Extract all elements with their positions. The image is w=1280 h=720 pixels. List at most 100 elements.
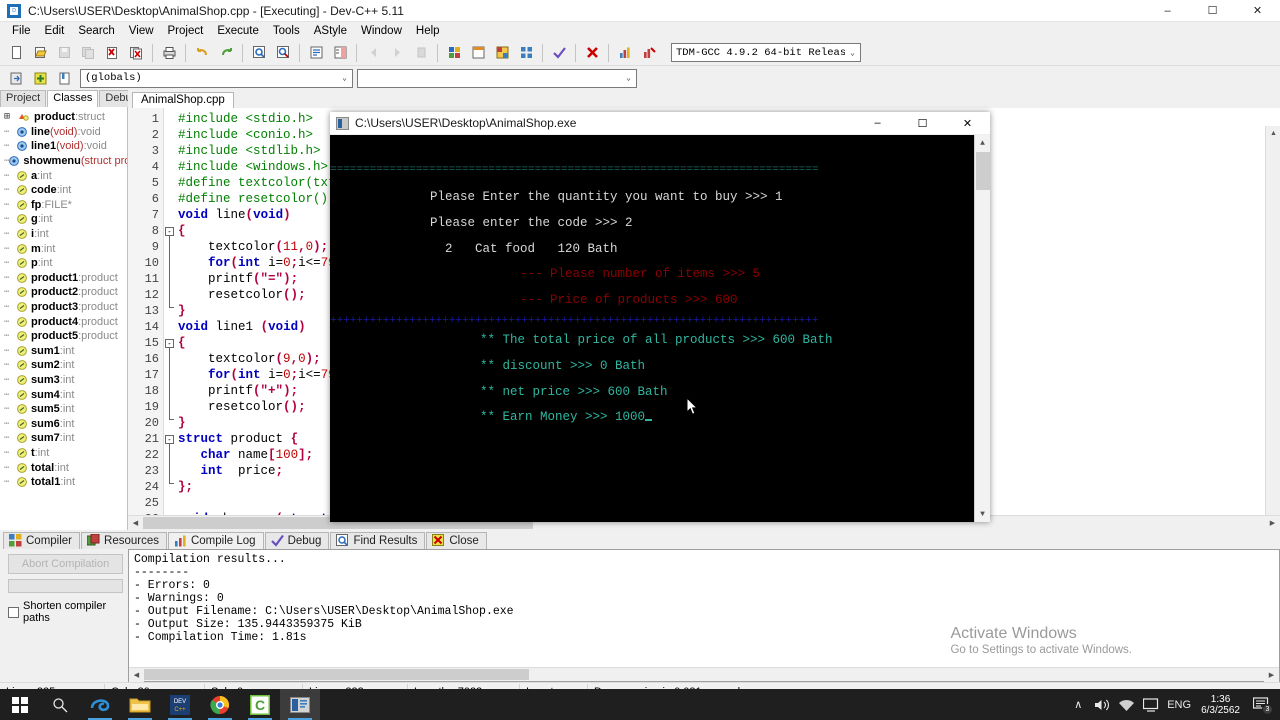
clock[interactable]: 1:36 6/3/2562 [1195, 689, 1246, 720]
class-browser-tree[interactable]: ⊞ product : struct ⋯ line (void) : void ⋯ lin… [0, 107, 127, 530]
project-properties-icon[interactable] [467, 42, 489, 64]
close-file-icon[interactable] [101, 42, 123, 64]
menu-item-edit[interactable]: Edit [38, 23, 72, 39]
tree-item[interactable]: ⋯ sum4 : int [0, 387, 127, 402]
indent-icon[interactable] [329, 42, 351, 64]
fold-collapse-icon[interactable]: - [165, 435, 174, 444]
tree-expander-icon[interactable]: ⊞ [4, 111, 17, 123]
goto-line-icon[interactable] [305, 42, 327, 64]
fold-collapse-icon[interactable]: - [165, 339, 174, 348]
member-select[interactable]: ⌄ [357, 68, 637, 88]
scroll-right-arrow-icon[interactable]: ▶ [1264, 667, 1279, 682]
project-manager-icon[interactable] [491, 42, 513, 64]
chrome-button[interactable] [200, 689, 240, 720]
devcpp-button[interactable]: DEV C++ [160, 689, 200, 720]
log-horizontal-scrollbar[interactable]: ◀ ▶ [129, 667, 1279, 682]
stop-execution-icon[interactable] [581, 42, 603, 64]
tree-item[interactable]: ⋯ product1 : product [0, 271, 127, 286]
maximize-button[interactable]: ☐ [1190, 0, 1235, 22]
scroll-right-arrow-icon[interactable]: ▶ [1265, 516, 1280, 530]
tree-item[interactable]: ⋯ code : int [0, 183, 127, 198]
edge-button[interactable] [80, 689, 120, 720]
tree-item[interactable]: ⋯ sum2 : int [0, 358, 127, 373]
search-button[interactable] [40, 689, 80, 720]
tree-item[interactable]: ⋯ product2 : product [0, 285, 127, 300]
console-maximize-button[interactable]: ☐ [900, 112, 945, 135]
nav-stop-icon[interactable] [410, 42, 432, 64]
editor-vertical-scrollbar[interactable]: ▲ [1265, 126, 1280, 515]
compiler-select[interactable]: TDM-GCC 4.9.2 64-bit Release ⌄ [671, 43, 861, 62]
replace-icon[interactable] [272, 42, 294, 64]
console-scroll-up-icon[interactable]: ▲ [975, 135, 991, 151]
tree-item[interactable]: ⋯ total : int [0, 460, 127, 475]
menu-item-help[interactable]: Help [409, 23, 447, 39]
start-button[interactable] [0, 689, 40, 720]
shorten-compiler-paths-checkbox[interactable] [8, 606, 19, 618]
nav-forward-icon[interactable] [386, 42, 408, 64]
scroll-left-arrow-icon[interactable]: ◀ [128, 516, 143, 530]
tree-item[interactable]: ⋯ p : int [0, 256, 127, 271]
tree-item[interactable]: ⋯ g : int [0, 212, 127, 227]
volume-icon[interactable] [1090, 689, 1114, 720]
console-vertical-scrollbar[interactable]: ▲ ▼ [974, 135, 990, 522]
console-titlebar[interactable]: C:\Users\USER\Desktop\AnimalShop.exe – ☐… [330, 112, 990, 135]
tree-item[interactable]: ⋯ product5 : product [0, 329, 127, 344]
menu-item-tools[interactable]: Tools [266, 23, 307, 39]
tab-close[interactable]: Close [426, 532, 487, 549]
compile-log-view[interactable]: Compilation results... -------- - Errors: … [128, 549, 1280, 682]
console-close-button[interactable]: ✕ [945, 112, 990, 135]
menu-item-astyle[interactable]: AStyle [307, 23, 354, 39]
menu-item-execute[interactable]: Execute [210, 23, 266, 39]
console-window[interactable]: C:\Users\USER\Desktop\AnimalShop.exe – ☐… [330, 112, 990, 522]
minimize-button[interactable]: – [1145, 0, 1190, 22]
log-scroll-thumb[interactable] [144, 669, 529, 680]
tree-item[interactable]: ⋯ sum7 : int [0, 431, 127, 446]
save-all-icon[interactable] [77, 42, 99, 64]
toggle-bookmark-icon[interactable] [29, 67, 51, 89]
rebuild-all-icon[interactable] [515, 42, 537, 64]
console-scroll-thumb[interactable] [975, 152, 990, 190]
goto-bookmark-icon[interactable] [53, 67, 75, 89]
print-icon[interactable] [158, 42, 180, 64]
console-window-button[interactable] [280, 689, 320, 720]
monitor-icon[interactable] [1139, 689, 1163, 720]
tab-project[interactable]: Project [0, 90, 47, 107]
menu-item-file[interactable]: File [5, 23, 38, 39]
tree-item[interactable]: ⋯ showmenu (struct pro [0, 154, 127, 169]
undo-icon[interactable] [191, 42, 213, 64]
abort-compilation-button[interactable]: Abort Compilation [8, 554, 123, 574]
console-output[interactable]: ========================================… [330, 135, 990, 522]
tree-item[interactable]: ⋯ i : int [0, 227, 127, 242]
menu-item-search[interactable]: Search [71, 23, 121, 39]
new-project-icon[interactable] [443, 42, 465, 64]
wifi-icon[interactable] [1114, 689, 1139, 720]
tree-item[interactable]: ⋯ sum3 : int [0, 373, 127, 388]
tab-classes[interactable]: Classes [47, 90, 99, 107]
nav-back-icon[interactable] [362, 42, 384, 64]
editor-tab-animalshop[interactable]: AnimalShop.cpp [132, 92, 234, 108]
tab-debug[interactable]: Debug [264, 532, 330, 549]
code-folding-gutter[interactable]: - - - [164, 108, 178, 530]
tree-item[interactable]: ⊞ product : struct [0, 110, 127, 125]
tree-item[interactable]: ⋯ a : int [0, 168, 127, 183]
tree-item[interactable]: ⋯ product3 : product [0, 300, 127, 315]
notifications-button[interactable]: 3 [1246, 689, 1276, 720]
redo-icon[interactable] [215, 42, 237, 64]
menu-item-window[interactable]: Window [354, 23, 409, 39]
console-minimize-button[interactable]: – [855, 112, 900, 135]
tree-item[interactable]: ⋯ line (void) : void [0, 125, 127, 140]
tab-compiler[interactable]: Compiler [3, 532, 81, 549]
compile-check-icon[interactable] [548, 42, 570, 64]
tree-item[interactable]: ⋯ m : int [0, 241, 127, 256]
open-file-icon[interactable] [29, 42, 51, 64]
close-all-files-icon[interactable] [125, 42, 147, 64]
menu-item-project[interactable]: Project [161, 23, 211, 39]
scope-select[interactable]: (globals) ⌄ [80, 68, 353, 88]
tree-item[interactable]: ⋯ fp : FILE* [0, 198, 127, 213]
tab-find-results[interactable]: Find Results [330, 532, 426, 549]
fold-collapse-icon[interactable]: - [165, 227, 174, 236]
profile-analysis-icon[interactable] [614, 42, 636, 64]
explorer-button[interactable] [120, 689, 160, 720]
new-file-icon[interactable] [5, 42, 27, 64]
shorten-compiler-paths-row[interactable]: Shorten compiler paths [8, 600, 123, 624]
